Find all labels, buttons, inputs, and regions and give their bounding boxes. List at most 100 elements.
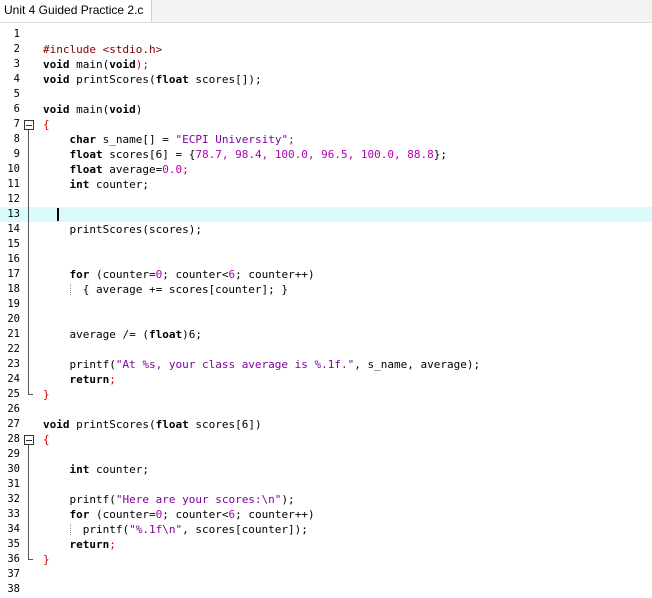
line-number: 2 — [13, 43, 20, 55]
code-text: int counter; — [69, 463, 149, 476]
code-text: int counter; — [69, 178, 149, 191]
code-line[interactable]: 10 float average=0.0; — [0, 162, 652, 177]
tab-file[interactable]: Unit 4 Guided Practice 2.c — [0, 0, 153, 22]
code-line[interactable]: 34 printf("%.1f\n", scores[counter]); — [0, 522, 652, 537]
fold-range-line — [28, 445, 29, 560]
code-line[interactable]: 16 — [0, 252, 652, 267]
text-caret — [57, 208, 59, 221]
code-text: void printScores(float scores[6]) — [43, 418, 262, 431]
line-number: 34 — [7, 523, 20, 535]
line-number: 23 — [7, 358, 20, 370]
line-number: 25 — [7, 388, 20, 400]
line-number: 9 — [13, 148, 20, 160]
code-line[interactable]: 15 — [0, 237, 652, 252]
line-number: 30 — [7, 463, 20, 475]
indent-guide — [70, 524, 71, 535]
code-text: void main(void) — [43, 103, 143, 116]
code-text: float average=0.0; — [69, 163, 189, 176]
fold-toggle-icon[interactable] — [24, 120, 34, 130]
line-number: 7 — [13, 118, 20, 130]
code-line[interactable]: 25} — [0, 387, 652, 402]
code-line[interactable]: 38 — [0, 582, 652, 597]
line-number: 26 — [7, 403, 20, 415]
code-text: void printScores(float scores[]); — [43, 73, 262, 86]
line-number: 29 — [7, 448, 20, 460]
line-number: 4 — [13, 73, 20, 85]
code-text: } — [43, 553, 50, 566]
code-line[interactable]: 11 int counter; — [0, 177, 652, 192]
tab-bar: Unit 4 Guided Practice 2.c — [0, 0, 652, 23]
line-number: 18 — [7, 283, 20, 295]
indent-guide — [70, 284, 71, 295]
code-line[interactable]: 9 float scores[6] = {78.7, 98.4, 100.0, … — [0, 147, 652, 162]
line-number: 10 — [7, 163, 20, 175]
code-line[interactable]: 21 average /= (float)6; — [0, 327, 652, 342]
line-number: 20 — [7, 313, 20, 325]
line-number: 6 — [13, 103, 20, 115]
code-line[interactable]: 32 printf("Here are your scores:\n"); — [0, 492, 652, 507]
code-line[interactable]: 6 void main(void) — [0, 102, 652, 117]
code-line[interactable]: 31 — [0, 477, 652, 492]
line-number: 17 — [7, 268, 20, 280]
line-number: 37 — [7, 568, 20, 580]
line-number: 5 — [13, 88, 20, 100]
code-text: char s_name[] = "ECPI University"; — [69, 133, 295, 146]
code-line[interactable]: 33 for (counter=0; counter<6; counter++) — [0, 507, 652, 522]
code-text: printf("%.1f\n", scores[counter]); — [43, 523, 308, 536]
code-line[interactable]: 8 char s_name[] = "ECPI University"; — [0, 132, 652, 147]
line-number: 24 — [7, 373, 20, 385]
code-text: { — [43, 433, 50, 446]
code-line[interactable]: 24 return; — [0, 372, 652, 387]
line-number: 32 — [7, 493, 20, 505]
fold-range-line — [28, 130, 29, 395]
code-line[interactable]: 2 #include <stdio.h> — [0, 42, 652, 57]
code-line[interactable]: 29 — [0, 447, 652, 462]
code-text: void main(void); — [43, 58, 149, 71]
code-line[interactable]: 18 { average += scores[counter]; } — [0, 282, 652, 297]
code-text: return; — [69, 538, 116, 551]
code-line[interactable]: 26 — [0, 402, 652, 417]
code-line[interactable]: 1 — [0, 27, 652, 42]
code-editor[interactable]: 1 2 #include <stdio.h> 3 void main(void); 4 vo… — [0, 23, 652, 598]
code-line[interactable]: 22 — [0, 342, 652, 357]
code-text: return; — [69, 373, 116, 386]
code-line[interactable]: 19 — [0, 297, 652, 312]
line-number: 33 — [7, 508, 20, 520]
code-line[interactable]: 20 — [0, 312, 652, 327]
line-number: 15 — [7, 238, 20, 250]
code-line[interactable]: 27 void printScores(float scores[6]) — [0, 417, 652, 432]
code-line[interactable]: 37 — [0, 567, 652, 582]
code-text: printf("Here are your scores:\n"); — [43, 493, 295, 506]
fold-range-end — [28, 394, 33, 395]
code-text: for (counter=0; counter<6; counter++) — [69, 508, 315, 521]
code-line[interactable]: 36} — [0, 552, 652, 567]
line-number: 36 — [7, 553, 20, 565]
code-line[interactable]: 5 — [0, 87, 652, 102]
code-line[interactable]: 17 for (counter=0; counter<6; counter++) — [0, 267, 652, 282]
code-text: float scores[6] = {78.7, 98.4, 100.0, 96… — [69, 148, 448, 161]
code-line[interactable]: 12 — [0, 192, 652, 207]
line-number: 31 — [7, 478, 20, 490]
code-line[interactable]: 3 void main(void); — [0, 57, 652, 72]
code-line[interactable]: 13 — [0, 207, 652, 222]
code-text: #include <stdio.h> — [43, 43, 163, 56]
line-number: 16 — [7, 253, 20, 265]
code-text: printf("At %s, your class average is %.1… — [43, 358, 481, 371]
code-line[interactable]: 4 void printScores(float scores[]); — [0, 72, 652, 87]
line-number: 11 — [7, 178, 20, 190]
code-line[interactable]: 7{ — [0, 117, 652, 132]
code-line[interactable]: 23 printf("At %s, your class average is … — [0, 357, 652, 372]
code-line[interactable]: 14 printScores(scores); — [0, 222, 652, 237]
line-number: 22 — [7, 343, 20, 355]
line-number: 35 — [7, 538, 20, 550]
line-number: 3 — [13, 58, 20, 70]
line-number: 21 — [7, 328, 20, 340]
line-number: 8 — [13, 133, 20, 145]
code-line[interactable]: 35 return; — [0, 537, 652, 552]
code-line[interactable]: 30 int counter; — [0, 462, 652, 477]
fold-toggle-icon[interactable] — [24, 435, 34, 445]
line-number: 38 — [7, 583, 20, 595]
fold-range-end — [28, 559, 33, 560]
line-number: 28 — [7, 433, 20, 445]
code-line[interactable]: 28 { — [0, 432, 652, 447]
